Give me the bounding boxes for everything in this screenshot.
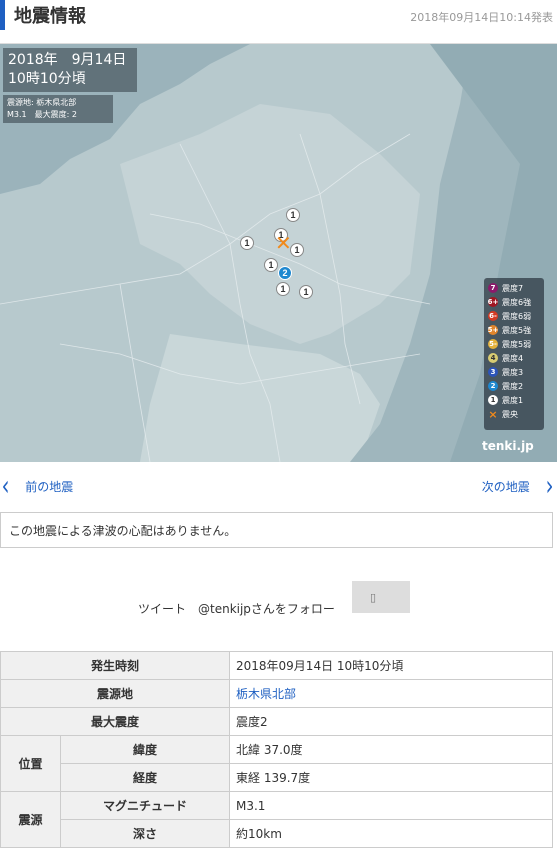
legend-item: 5+ 震度5強 (487, 325, 532, 335)
legend-item: 6+ 震度6強 (487, 297, 532, 307)
earthquake-nav: ‹ 前の地震 次の地震 › (0, 470, 557, 502)
intensity-marker: 2 (278, 266, 292, 280)
earthquake-detail-table: 発生時刻 2018年09月14日 10時10分頃 震源地 栃木県北部 最大震度 … (0, 651, 553, 848)
intensity-marker: 1 (264, 258, 278, 272)
epicenter-label: 震源地: 栃木県北部 (7, 98, 77, 107)
table-row: 発生時刻 2018年09月14日 10時10分頃 (0, 651, 553, 680)
chevron-right-icon: › (545, 469, 554, 502)
event-date-box: 2018年 9月14日 10時10分頃 (3, 48, 137, 92)
intensity-6-strong-icon: 6+ (487, 297, 499, 307)
broken-image-icon: ▯ (370, 591, 377, 604)
earthquake-map: 2018年 9月14日 10時10分頃 震源地: 栃木県北部 M3.1 最大震度… (0, 44, 557, 462)
longitude-value: 東経 139.7度 (229, 763, 553, 792)
intensity-marker: 1 (299, 285, 313, 299)
intensity-4-icon: 4 (488, 353, 498, 363)
table-row: 震源 マグニチュード M3.1 (0, 791, 553, 848)
legend-item: 7 震度7 (488, 281, 540, 295)
depth-value: 約10km (229, 819, 553, 848)
epicenter-cross-icon: ✕ (275, 231, 292, 255)
epicenter-icon: × (488, 407, 498, 421)
intensity-5-weak-icon: 5- (488, 339, 498, 349)
intensity-legend: 7 震度7 6+ 震度6強 6- 震度6弱 5+ 震度5強 5- 震度5弱 4 震度4 3震… (484, 278, 544, 430)
brand-logo: tenki.jp (482, 439, 534, 453)
event-time: 10時10分頃 (8, 71, 86, 87)
latitude-value: 北緯 37.0度 (229, 735, 553, 764)
intensity-marker: 1 (240, 236, 254, 250)
intensity-marker: 1 (290, 243, 304, 257)
tweet-button[interactable]: ツイート (138, 600, 186, 617)
legend-item: 6- 震度6弱 (488, 311, 532, 321)
table-row: 最大震度 震度2 (0, 707, 553, 736)
longitude-label: 経度 (60, 763, 230, 792)
legend-item: 3 震度3 (488, 365, 540, 379)
table-row: 位置 緯度 北緯 37.0度 (0, 735, 553, 792)
table-row: 経度 東経 139.7度 (1, 763, 553, 792)
max-intensity-value: 震度2 (229, 707, 553, 736)
intensity-7-icon: 7 (488, 283, 498, 293)
tsunami-notice: この地震による津波の心配はありません。 (0, 512, 553, 548)
page-header: 地震情報 2018年09月14日10:14発表 (0, 0, 557, 44)
page-title: 地震情報 (14, 6, 86, 27)
table-row: 震源地 栃木県北部 (0, 679, 553, 708)
latitude-label: 緯度 (60, 735, 230, 764)
legend-item: 2 震度2 (488, 379, 540, 393)
social-widget-placeholder[interactable]: ▯ (352, 581, 410, 613)
prev-earthquake-link[interactable]: ‹ 前の地震 (0, 469, 74, 502)
source-label: 震源地 (0, 679, 230, 708)
legend-item: 1 震度1 (488, 393, 540, 407)
event-date: 2018年 9月14日 (8, 52, 127, 68)
magnitude-label: マグニチュード (60, 791, 230, 820)
header-accent-bar (0, 0, 5, 30)
intensity-marker: 1 (276, 282, 290, 296)
follow-button[interactable]: @tenkijpさんをフォロー (198, 600, 335, 617)
legend-item: 4 震度4 (488, 351, 540, 365)
social-buttons: ツイート @tenkijpさんをフォロー ▯ (0, 580, 557, 620)
intensity-1-icon: 1 (488, 395, 498, 405)
max-intensity-label: 最大震度 (0, 707, 230, 736)
intensity-5-strong-icon: 5+ (487, 325, 499, 335)
depth-label: 深さ (60, 819, 230, 848)
intensity-2-icon: 2 (488, 381, 498, 391)
intensity-marker: 1 (286, 208, 300, 222)
next-earthquake-label: 次の地震 (481, 479, 530, 494)
intensity-3-icon: 3 (488, 367, 498, 377)
time-value: 2018年09月14日 10時10分頃 (229, 651, 553, 680)
magnitude-label: M3.1 最大震度: 2 (7, 110, 77, 119)
next-earthquake-link[interactable]: 次の地震 › (481, 469, 555, 502)
time-label: 発生時刻 (0, 651, 230, 680)
published-timestamp: 2018年09月14日10:14発表 (410, 11, 553, 24)
event-info-box: 震源地: 栃木県北部 M3.1 最大震度: 2 (3, 95, 113, 123)
source-link[interactable]: 栃木県北部 (236, 687, 296, 701)
legend-item: × 震央 (488, 407, 518, 421)
hypocenter-label: 震源 (0, 791, 61, 848)
magnitude-value: M3.1 (229, 791, 553, 820)
table-row: 深さ 約10km (1, 819, 553, 848)
legend-item: 5- 震度5弱 (488, 339, 532, 349)
position-label: 位置 (0, 735, 61, 792)
chevron-left-icon: ‹ (1, 469, 10, 502)
intensity-6-weak-icon: 6- (488, 311, 498, 321)
prev-earthquake-label: 前の地震 (25, 479, 74, 494)
